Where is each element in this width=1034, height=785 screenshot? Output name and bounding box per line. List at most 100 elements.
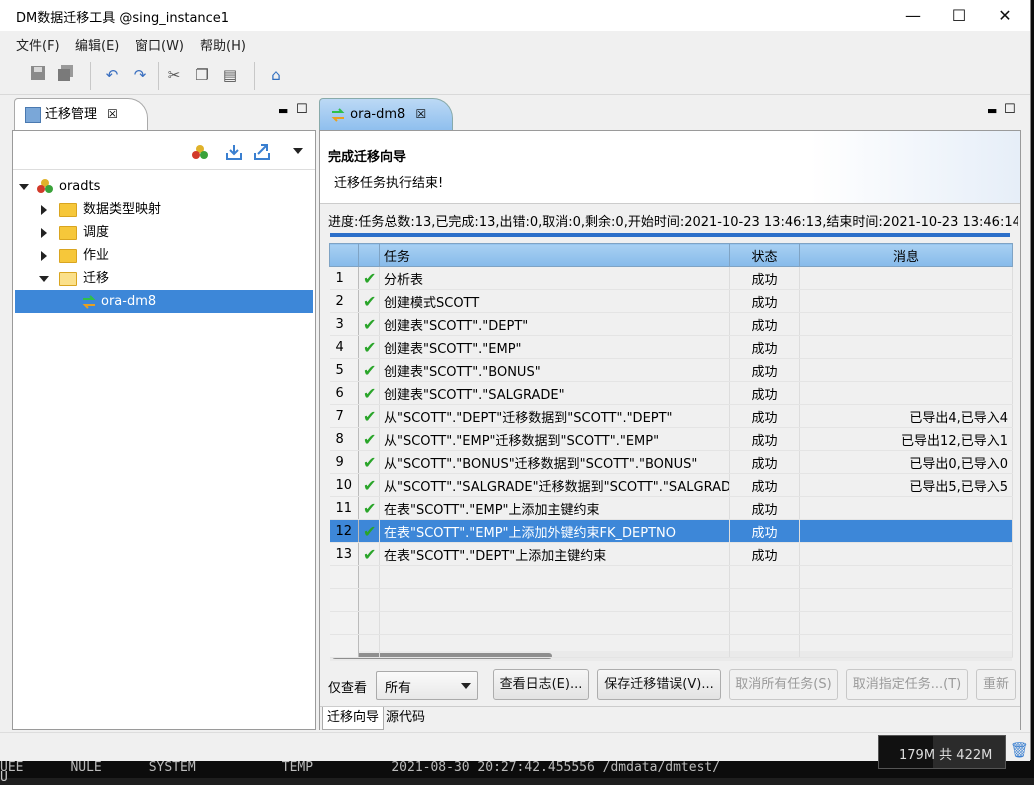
task-cell: 从"SCOTT"."BONUS"迁移数据到"SCOTT"."BONUS" bbox=[379, 450, 730, 474]
status-cell: 成功 bbox=[729, 519, 800, 543]
table-row[interactable]: 4 ✔ 创建表"SCOTT"."EMP" 成功 bbox=[329, 335, 1013, 359]
minimize-view-icon[interactable]: ▬ bbox=[987, 104, 997, 117]
tree-node-schedule[interactable]: 调度 bbox=[13, 221, 311, 244]
maximize-button[interactable]: ☐ bbox=[936, 0, 982, 31]
menu-edit[interactable]: 编辑(E) bbox=[75, 35, 119, 54]
tab-ora-dm8[interactable]: ora-dm8 ☒ bbox=[319, 98, 453, 130]
row-number: 5 bbox=[329, 358, 359, 382]
toolbar: ↶ ↷ ✂ ❐ ▤ ⌂ bbox=[0, 56, 1030, 95]
view-log-button[interactable]: 查看日志(E)... bbox=[493, 669, 589, 700]
column-header-status[interactable]: 状态 bbox=[729, 243, 800, 267]
success-check-icon: ✔ bbox=[358, 381, 380, 405]
task-cell: 在表"SCOTT"."EMP"上添加外键约束FK_DEPTNO bbox=[379, 519, 730, 543]
tab-migration-wizard[interactable]: 迁移向导 bbox=[322, 707, 385, 730]
table-row[interactable]: 5 ✔ 创建表"SCOTT"."BONUS" 成功 bbox=[329, 358, 1013, 382]
menu-help[interactable]: 帮助(H) bbox=[200, 35, 246, 54]
table-row[interactable]: 6 ✔ 创建表"SCOTT"."SALGRADE" 成功 bbox=[329, 381, 1013, 405]
tree-label: 调度 bbox=[83, 225, 110, 240]
wizard-subtitle: 迁移任务执行结束! bbox=[334, 176, 444, 191]
memory-indicator[interactable]: 179M 共 422M bbox=[878, 735, 1006, 769]
maximize-view-icon[interactable]: ☐ bbox=[296, 102, 308, 117]
status-bar: 179M 共 422M 🗑 bbox=[0, 732, 1030, 769]
table-row[interactable]: 13 ✔ 在表"SCOTT"."DEPT"上添加主键约束 成功 bbox=[329, 542, 1013, 566]
expand-chevron-right-icon[interactable] bbox=[41, 205, 47, 215]
column-header-message[interactable]: 消息 bbox=[799, 243, 1013, 267]
paste-icon[interactable]: ▤ bbox=[220, 65, 240, 85]
table-row[interactable]: 10 ✔ 从"SCOTT"."SALGRADE"迁移数据到"SCOTT"."SALG… bbox=[329, 473, 1013, 497]
left-tab-bar: 迁移管理 ☒ ▬ ☐ bbox=[12, 98, 314, 130]
message-cell bbox=[799, 358, 1013, 382]
table-row[interactable]: 9 ✔ 从"SCOTT"."BONUS"迁移数据到"SCOTT"."BONUS" 成功… bbox=[329, 450, 1013, 474]
expand-chevron-down-icon[interactable] bbox=[19, 184, 29, 190]
row-number: 1 bbox=[329, 266, 359, 290]
row-number: 12 bbox=[329, 519, 359, 543]
cancel-selected-tasks-button[interactable]: 取消指定任务...(T) bbox=[846, 669, 968, 700]
table-row[interactable]: 8 ✔ 从"SCOTT"."EMP"迁移数据到"SCOTT"."EMP" 成功 已导出1… bbox=[329, 427, 1013, 451]
undo-icon[interactable]: ↶ bbox=[102, 65, 122, 85]
task-cell: 从"SCOTT"."EMP"迁移数据到"SCOTT"."EMP" bbox=[379, 427, 730, 451]
empty-row bbox=[329, 588, 1013, 612]
menu-file[interactable]: 文件(F) bbox=[16, 35, 60, 54]
message-cell: 已导出5,已导入5 bbox=[799, 473, 1013, 497]
save-all-icon[interactable] bbox=[56, 65, 76, 85]
tab-migration-management[interactable]: 迁移管理 ☒ bbox=[14, 98, 148, 130]
save-icon[interactable] bbox=[28, 65, 48, 85]
table-row[interactable]: 7 ✔ 从"SCOTT"."DEPT"迁移数据到"SCOTT"."DEPT" 成功 已导… bbox=[329, 404, 1013, 428]
redo-icon[interactable]: ↷ bbox=[130, 65, 150, 85]
close-tab-icon[interactable]: ☒ bbox=[107, 107, 118, 121]
tree-node-jobs[interactable]: 作业 bbox=[13, 244, 311, 267]
column-header-task[interactable]: 任务 bbox=[379, 243, 730, 267]
garbage-collect-trash-icon[interactable]: 🗑 bbox=[1010, 741, 1029, 759]
terminal-bottom-line: UEE NULE SYSTEM TEMP 2021-08-30 20:27:42… bbox=[0, 760, 721, 775]
toolbar-separator bbox=[90, 62, 91, 90]
table-row[interactable]: 11 ✔ 在表"SCOTT"."EMP"上添加主键约束 成功 bbox=[329, 496, 1013, 520]
import-icon[interactable] bbox=[225, 143, 243, 161]
table-row[interactable]: 1 ✔ 分析表 成功 bbox=[329, 266, 1013, 290]
close-tab-icon[interactable]: ☒ bbox=[415, 107, 426, 121]
menu-window[interactable]: 窗口(W) bbox=[135, 35, 184, 54]
toolbar-separator bbox=[254, 62, 255, 90]
expand-chevron-down-icon[interactable] bbox=[39, 276, 49, 282]
filter-select[interactable]: 所有 bbox=[376, 671, 478, 700]
row-number: 10 bbox=[329, 473, 359, 497]
message-cell: 已导出12,已导入1 bbox=[799, 427, 1013, 451]
tree-node-datatype-mapping[interactable]: 数据类型映射 bbox=[13, 198, 311, 221]
copy-icon[interactable]: ❐ bbox=[192, 65, 212, 85]
minimize-button[interactable]: — bbox=[890, 0, 936, 31]
message-cell bbox=[799, 266, 1013, 290]
tree-node-ora-dm8[interactable]: ora-dm8 bbox=[15, 290, 313, 313]
tree-node-oradts[interactable]: oradts bbox=[13, 175, 311, 198]
minimize-view-icon[interactable]: ▬ bbox=[278, 104, 288, 117]
memory-text: 179M 共 422M bbox=[899, 748, 993, 763]
row-number: 7 bbox=[329, 404, 359, 428]
new-project-icon[interactable] bbox=[191, 143, 209, 161]
expand-chevron-right-icon[interactable] bbox=[41, 228, 47, 238]
cancel-all-tasks-button[interactable]: 取消所有任务(S) bbox=[729, 669, 838, 700]
save-errors-button[interactable]: 保存迁移错误(V)... bbox=[597, 669, 721, 700]
progress-text: 进度:任务总数:13,已完成:13,出错:0,取消:0,剩余:0,开始时间:20… bbox=[328, 215, 1018, 230]
retry-button[interactable]: 重新 bbox=[976, 669, 1016, 700]
bottom-tab-bar: 迁移向导 源代码 bbox=[320, 706, 1020, 730]
cut-icon[interactable]: ✂ bbox=[164, 65, 184, 85]
status-icon-header bbox=[358, 243, 380, 267]
folder-open-icon bbox=[59, 271, 77, 286]
tree-node-migration[interactable]: 迁移 bbox=[13, 267, 311, 290]
row-number: 3 bbox=[329, 312, 359, 336]
task-cell: 从"SCOTT"."SALGRADE"迁移数据到"SCOTT"."SALGRAD bbox=[379, 473, 730, 497]
message-cell: 已导出4,已导入4 bbox=[799, 404, 1013, 428]
expand-chevron-right-icon[interactable] bbox=[41, 251, 47, 261]
folder-icon bbox=[59, 202, 77, 217]
status-cell: 成功 bbox=[729, 358, 800, 382]
tab-source-code[interactable]: 源代码 bbox=[382, 707, 429, 729]
table-row[interactable]: 12 ✔ 在表"SCOTT"."EMP"上添加外键约束FK_DEPTNO 成功 bbox=[329, 519, 1013, 543]
table-row[interactable]: 2 ✔ 创建模式SCOTT 成功 bbox=[329, 289, 1013, 313]
message-cell bbox=[799, 381, 1013, 405]
table-row[interactable]: 3 ✔ 创建表"SCOTT"."DEPT" 成功 bbox=[329, 312, 1013, 336]
maximize-view-icon[interactable]: ☐ bbox=[1004, 102, 1016, 117]
export-icon[interactable] bbox=[253, 143, 271, 161]
chevron-down-icon bbox=[461, 683, 471, 689]
view-menu-chevron-down-icon[interactable] bbox=[293, 148, 303, 154]
home-icon[interactable]: ⌂ bbox=[266, 65, 286, 85]
message-cell bbox=[799, 496, 1013, 520]
close-button[interactable]: ✕ bbox=[982, 0, 1028, 31]
